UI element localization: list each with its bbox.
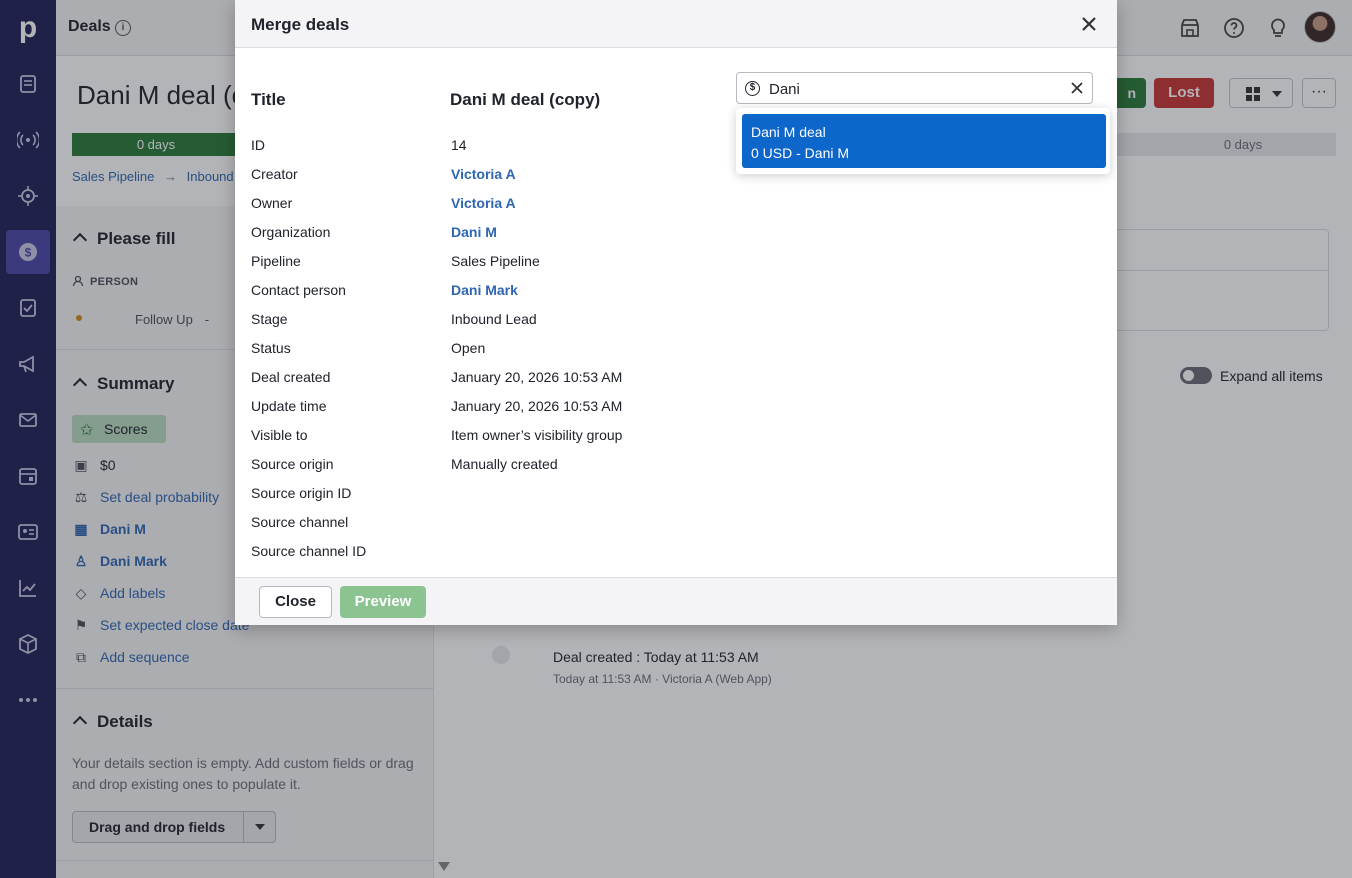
field-label: Contact person — [251, 282, 346, 298]
search-result-option[interactable]: Dani M deal 0 USD - Dani M — [742, 114, 1106, 168]
deal-search-input[interactable]: $ Dani — [736, 72, 1093, 104]
option-deal-title: Dani M deal — [751, 124, 826, 140]
field-label: Creator — [251, 166, 298, 182]
close-button[interactable]: Close — [259, 586, 332, 618]
preview-button[interactable]: Preview — [340, 586, 426, 618]
dollar-icon: $ — [745, 81, 760, 96]
field-label: Source channel — [251, 514, 349, 530]
field-label: Source origin — [251, 456, 334, 472]
field-label: Pipeline — [251, 253, 301, 269]
search-results-dropdown: Dani M deal 0 USD - Dani M — [736, 108, 1110, 174]
merge-deals-modal: Merge deals Title Dani M deal (copy) ID 1… — [235, 0, 1117, 625]
field-value: January 20, 2026 10:53 AM — [451, 369, 623, 385]
title-column-header: Title — [251, 90, 286, 109]
field-value: Open — [451, 340, 486, 356]
field-value: January 20, 2026 10:53 AM — [451, 398, 623, 414]
field-label: Update time — [251, 398, 327, 414]
field-value: 14 — [451, 137, 467, 153]
option-deal-meta: 0 USD - Dani M — [751, 145, 850, 161]
clear-search-icon[interactable] — [1069, 80, 1085, 96]
field-value[interactable]: Dani M — [451, 224, 497, 240]
field-value: Manually created — [451, 456, 558, 472]
field-label: Stage — [251, 311, 288, 327]
field-value: Sales Pipeline — [451, 253, 540, 269]
field-label: Status — [251, 340, 291, 356]
field-value: Inbound Lead — [451, 311, 537, 327]
field-label: Source origin ID — [251, 485, 352, 501]
modal-footer: Close Preview — [235, 577, 1117, 625]
field-label: Source channel ID — [251, 543, 367, 559]
field-label: Deal created — [251, 369, 331, 385]
field-value: Item owner’s visibility group — [451, 427, 623, 443]
field-label: ID — [251, 137, 265, 153]
close-icon[interactable] — [1079, 14, 1099, 34]
field-value[interactable]: Dani Mark — [451, 282, 518, 298]
field-value[interactable]: Victoria A — [451, 195, 516, 211]
modal-title: Merge deals — [251, 15, 350, 34]
deal-column-header: Dani M deal (copy) — [450, 90, 601, 109]
modal-header: Merge deals — [235, 0, 1117, 48]
field-label: Visible to — [251, 427, 308, 443]
search-value[interactable]: Dani — [769, 81, 800, 98]
field-label: Organization — [251, 224, 331, 240]
field-value[interactable]: Victoria A — [451, 166, 516, 182]
field-label: Owner — [251, 195, 293, 211]
